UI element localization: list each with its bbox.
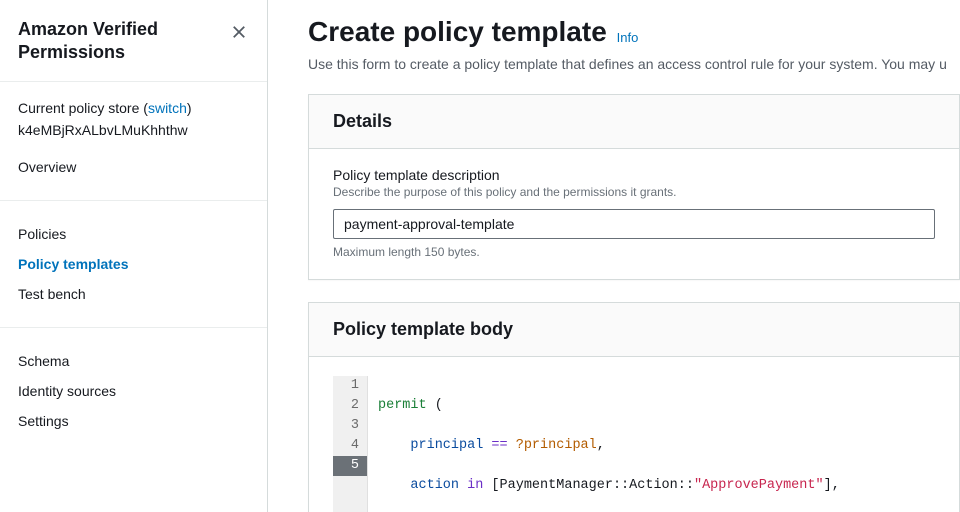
template-body-heading: Policy template body	[333, 319, 935, 340]
line-number: 3	[333, 416, 367, 436]
template-body-panel: Policy template body 1 2 3 4 5 permit ( …	[308, 302, 960, 512]
line-number: 1	[333, 376, 367, 396]
template-desc-hint: Describe the purpose of this policy and …	[333, 185, 935, 199]
details-heading: Details	[333, 111, 935, 132]
current-store-label: Current policy store (switch)	[18, 100, 249, 116]
nav-schema[interactable]: Schema	[18, 346, 249, 376]
nav-overview[interactable]: Overview	[18, 152, 249, 182]
template-body-panel-header: Policy template body	[309, 303, 959, 357]
details-panel-header: Details	[309, 95, 959, 149]
code-line: permit (	[378, 396, 840, 416]
info-link[interactable]: Info	[617, 30, 639, 45]
details-panel: Details Policy template description Desc…	[308, 94, 960, 280]
editor-code[interactable]: permit ( principal == ?principal, action…	[367, 376, 840, 512]
code-editor[interactable]: 1 2 3 4 5 permit ( principal == ?princip…	[333, 375, 935, 512]
code-line: principal == ?principal,	[378, 436, 840, 456]
main-content: Create policy template Info Use this for…	[268, 0, 960, 512]
line-number: 4	[333, 436, 367, 456]
nav-identity-sources[interactable]: Identity sources	[18, 376, 249, 406]
switch-store-link[interactable]: switch	[148, 100, 187, 116]
template-desc-input[interactable]	[333, 209, 935, 239]
sidebar: Amazon Verified Permissions Current poli…	[0, 0, 268, 512]
line-number: 2	[333, 396, 367, 416]
service-title: Amazon Verified Permissions	[18, 18, 225, 63]
close-icon[interactable]	[225, 18, 253, 46]
nav-policies[interactable]: Policies	[18, 219, 249, 249]
page-description: Use this form to create a policy templat…	[308, 56, 960, 72]
page-title: Create policy template	[308, 16, 607, 48]
nav-test-bench[interactable]: Test bench	[18, 279, 249, 309]
editor-gutter: 1 2 3 4 5	[333, 376, 367, 512]
template-desc-label: Policy template description	[333, 167, 935, 183]
nav-policy-templates[interactable]: Policy templates	[18, 249, 249, 279]
nav-settings[interactable]: Settings	[18, 406, 249, 436]
code-line: action in [PaymentManager::Action::"Appr…	[378, 476, 840, 496]
line-number: 5	[333, 456, 367, 476]
store-id: k4eMBjRxALbvLMuKhhthw	[18, 122, 249, 138]
template-desc-constraint: Maximum length 150 bytes.	[333, 245, 935, 259]
